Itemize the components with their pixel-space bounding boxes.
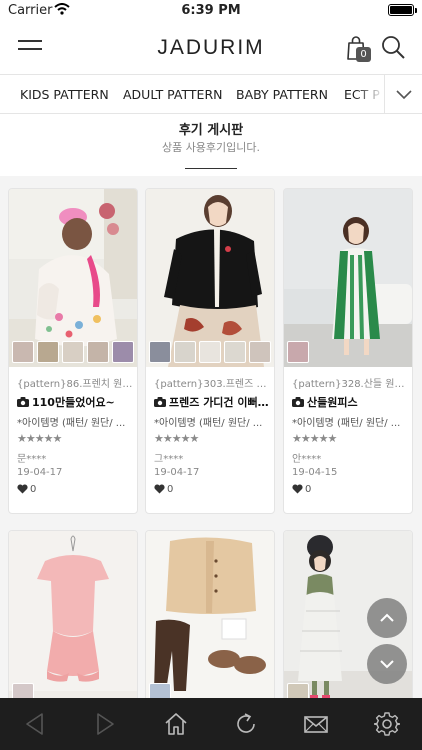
date: 19-04-17 xyxy=(154,467,200,478)
refresh-icon[interactable] xyxy=(233,711,259,737)
title-divider xyxy=(185,168,237,169)
app-header: JADURIM 0 xyxy=(0,20,422,74)
author: 그**** xyxy=(154,454,184,465)
bottom-toolbar xyxy=(0,698,422,750)
triangle-left-icon[interactable] xyxy=(22,711,48,737)
thumbnail[interactable] xyxy=(37,341,59,363)
thumbnail[interactable] xyxy=(199,341,221,363)
cart-count-badge: 0 xyxy=(356,47,371,62)
heart-icon xyxy=(154,484,165,494)
pattern-name: {pattern}86.프렌치 원피... xyxy=(17,379,133,389)
category-tabs: KIDS PATTERN ADULT PATTERN BABY PATTERN … xyxy=(0,74,422,114)
thumbnail[interactable] xyxy=(87,341,109,363)
author: 안**** xyxy=(292,454,322,465)
chevron-down-icon xyxy=(380,660,394,669)
star-rating: ★★★★★ xyxy=(17,432,62,445)
envelope-icon[interactable] xyxy=(303,711,329,737)
camera-icon xyxy=(154,397,166,407)
date: 19-04-17 xyxy=(17,467,63,478)
scroll-bottom-button[interactable] xyxy=(367,644,407,684)
clock: 6:39 PM xyxy=(181,3,241,18)
pattern-name: {pattern}328.산들 원피... xyxy=(292,379,408,389)
heart-icon xyxy=(17,484,28,494)
date: 19-04-15 xyxy=(292,467,338,478)
chevron-down-icon xyxy=(396,90,412,100)
board-title: 후기 게시판 xyxy=(178,123,244,138)
camera-icon xyxy=(17,397,29,407)
thumbnail[interactable] xyxy=(149,341,171,363)
item-info: *아이템명 (패턴/ 원단/ ... xyxy=(17,418,126,428)
tab-adult-pattern[interactable]: ADULT PATTERN xyxy=(123,87,222,102)
review-title: 프렌즈 가디건 이뻐... xyxy=(154,394,270,409)
thumbnail[interactable] xyxy=(62,341,84,363)
status-bar: Carrier 6:39 PM xyxy=(0,0,422,20)
author: 문**** xyxy=(17,454,47,465)
star-rating: ★★★★★ xyxy=(292,432,337,445)
review-card[interactable]: {pattern}328.산들 원피... 산들원피스 *아이템명 (패턴/ 원… xyxy=(283,188,413,514)
review-card[interactable]: {pattern}86.프렌치 원피... 110만들었어요~ *아이템명 (패… xyxy=(8,188,138,514)
item-info: *아이템명 (패턴/ 원단/ ... xyxy=(292,418,401,428)
thumbnail[interactable] xyxy=(249,341,271,363)
like-count[interactable]: 0 xyxy=(17,484,133,498)
heart-icon xyxy=(292,484,303,494)
tab-baby-pattern[interactable]: BABY PATTERN xyxy=(236,87,328,102)
like-count[interactable]: 0 xyxy=(154,484,270,498)
thumbnail[interactable] xyxy=(224,341,246,363)
scroll-top-button[interactable] xyxy=(367,598,407,638)
search-icon[interactable] xyxy=(380,34,406,60)
like-count[interactable]: 0 xyxy=(292,484,408,498)
review-card[interactable]: {pattern}303.프렌즈 가... 프렌즈 가디건 이뻐... *아이템… xyxy=(145,188,275,514)
thumbnail[interactable] xyxy=(287,341,309,363)
chevron-up-icon xyxy=(380,613,394,622)
star-rating: ★★★★★ xyxy=(154,432,199,445)
thumbnail[interactable] xyxy=(174,341,196,363)
battery-icon xyxy=(388,4,414,16)
board-subtitle: 상품 사용후기입니다. xyxy=(161,141,261,154)
triangle-right-icon[interactable] xyxy=(92,711,118,737)
thumbnail[interactable] xyxy=(12,341,34,363)
hamburger-icon[interactable] xyxy=(18,38,44,56)
review-title: 110만들었어요~ xyxy=(17,394,133,409)
camera-icon xyxy=(292,397,304,407)
home-icon[interactable] xyxy=(163,711,189,737)
thumbnail[interactable] xyxy=(112,341,134,363)
gear-icon[interactable] xyxy=(374,711,400,737)
tab-kids-pattern[interactable]: KIDS PATTERN xyxy=(20,87,109,102)
pattern-name: {pattern}303.프렌즈 가... xyxy=(154,379,270,389)
item-info: *아이템명 (패턴/ 원단/ ... xyxy=(154,418,263,428)
review-title: 산들원피스 xyxy=(292,394,408,409)
more-categories-button[interactable] xyxy=(384,75,422,113)
